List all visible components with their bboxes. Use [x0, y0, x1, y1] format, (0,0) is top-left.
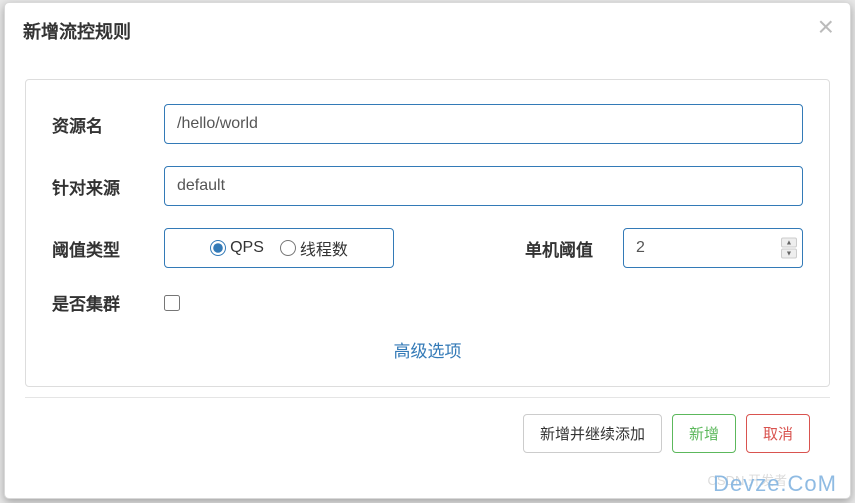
add-button[interactable]: 新增	[672, 414, 736, 453]
spinner-up-icon[interactable]: ▲	[781, 238, 797, 248]
modal-footer: 新增并继续添加 新增 取消	[25, 397, 830, 469]
modal-title: 新增流控规则	[23, 18, 832, 44]
add-continue-button[interactable]: 新增并继续添加	[523, 414, 662, 453]
advanced-options: 高级选项	[52, 337, 803, 362]
threshold-input-wrap: ▲ ▼	[623, 228, 803, 268]
threshold-type-label: 阈值类型	[52, 236, 164, 261]
flow-rule-modal: 新增流控规则 × 资源名 针对来源 阈值类型 QPS	[4, 2, 851, 499]
source-input[interactable]	[164, 166, 803, 206]
modal-header: 新增流控规则 ×	[5, 3, 850, 59]
cluster-label: 是否集群	[52, 290, 164, 315]
threshold-value-input[interactable]	[623, 228, 803, 268]
close-icon[interactable]: ×	[818, 13, 834, 41]
resource-row: 资源名	[52, 104, 803, 144]
radio-threads[interactable]: 线程数	[280, 236, 348, 260]
spinner-down-icon[interactable]: ▼	[781, 249, 797, 259]
form-panel: 资源名 针对来源 阈值类型 QPS 线程数	[25, 79, 830, 387]
source-row: 针对来源	[52, 166, 803, 206]
radio-qps[interactable]: QPS	[210, 239, 264, 257]
threshold-row: 阈值类型 QPS 线程数 单机阈值 ▲	[52, 228, 803, 268]
cancel-button[interactable]: 取消	[746, 414, 810, 453]
radio-threads-label: 线程数	[300, 236, 348, 260]
modal-body: 资源名 针对来源 阈值类型 QPS 线程数	[5, 59, 850, 397]
cluster-checkbox[interactable]	[164, 295, 180, 311]
radio-qps-label: QPS	[230, 239, 264, 257]
resource-label: 资源名	[52, 112, 164, 137]
cluster-row: 是否集群	[52, 290, 803, 315]
advanced-options-link[interactable]: 高级选项	[394, 342, 462, 361]
radio-qps-input[interactable]	[210, 240, 226, 256]
resource-input[interactable]	[164, 104, 803, 144]
threshold-type-box: QPS 线程数	[164, 228, 394, 268]
source-label: 针对来源	[52, 174, 164, 199]
threshold-value-label: 单机阈值	[525, 236, 593, 261]
radio-threads-input[interactable]	[280, 240, 296, 256]
number-spinner: ▲ ▼	[781, 238, 797, 259]
